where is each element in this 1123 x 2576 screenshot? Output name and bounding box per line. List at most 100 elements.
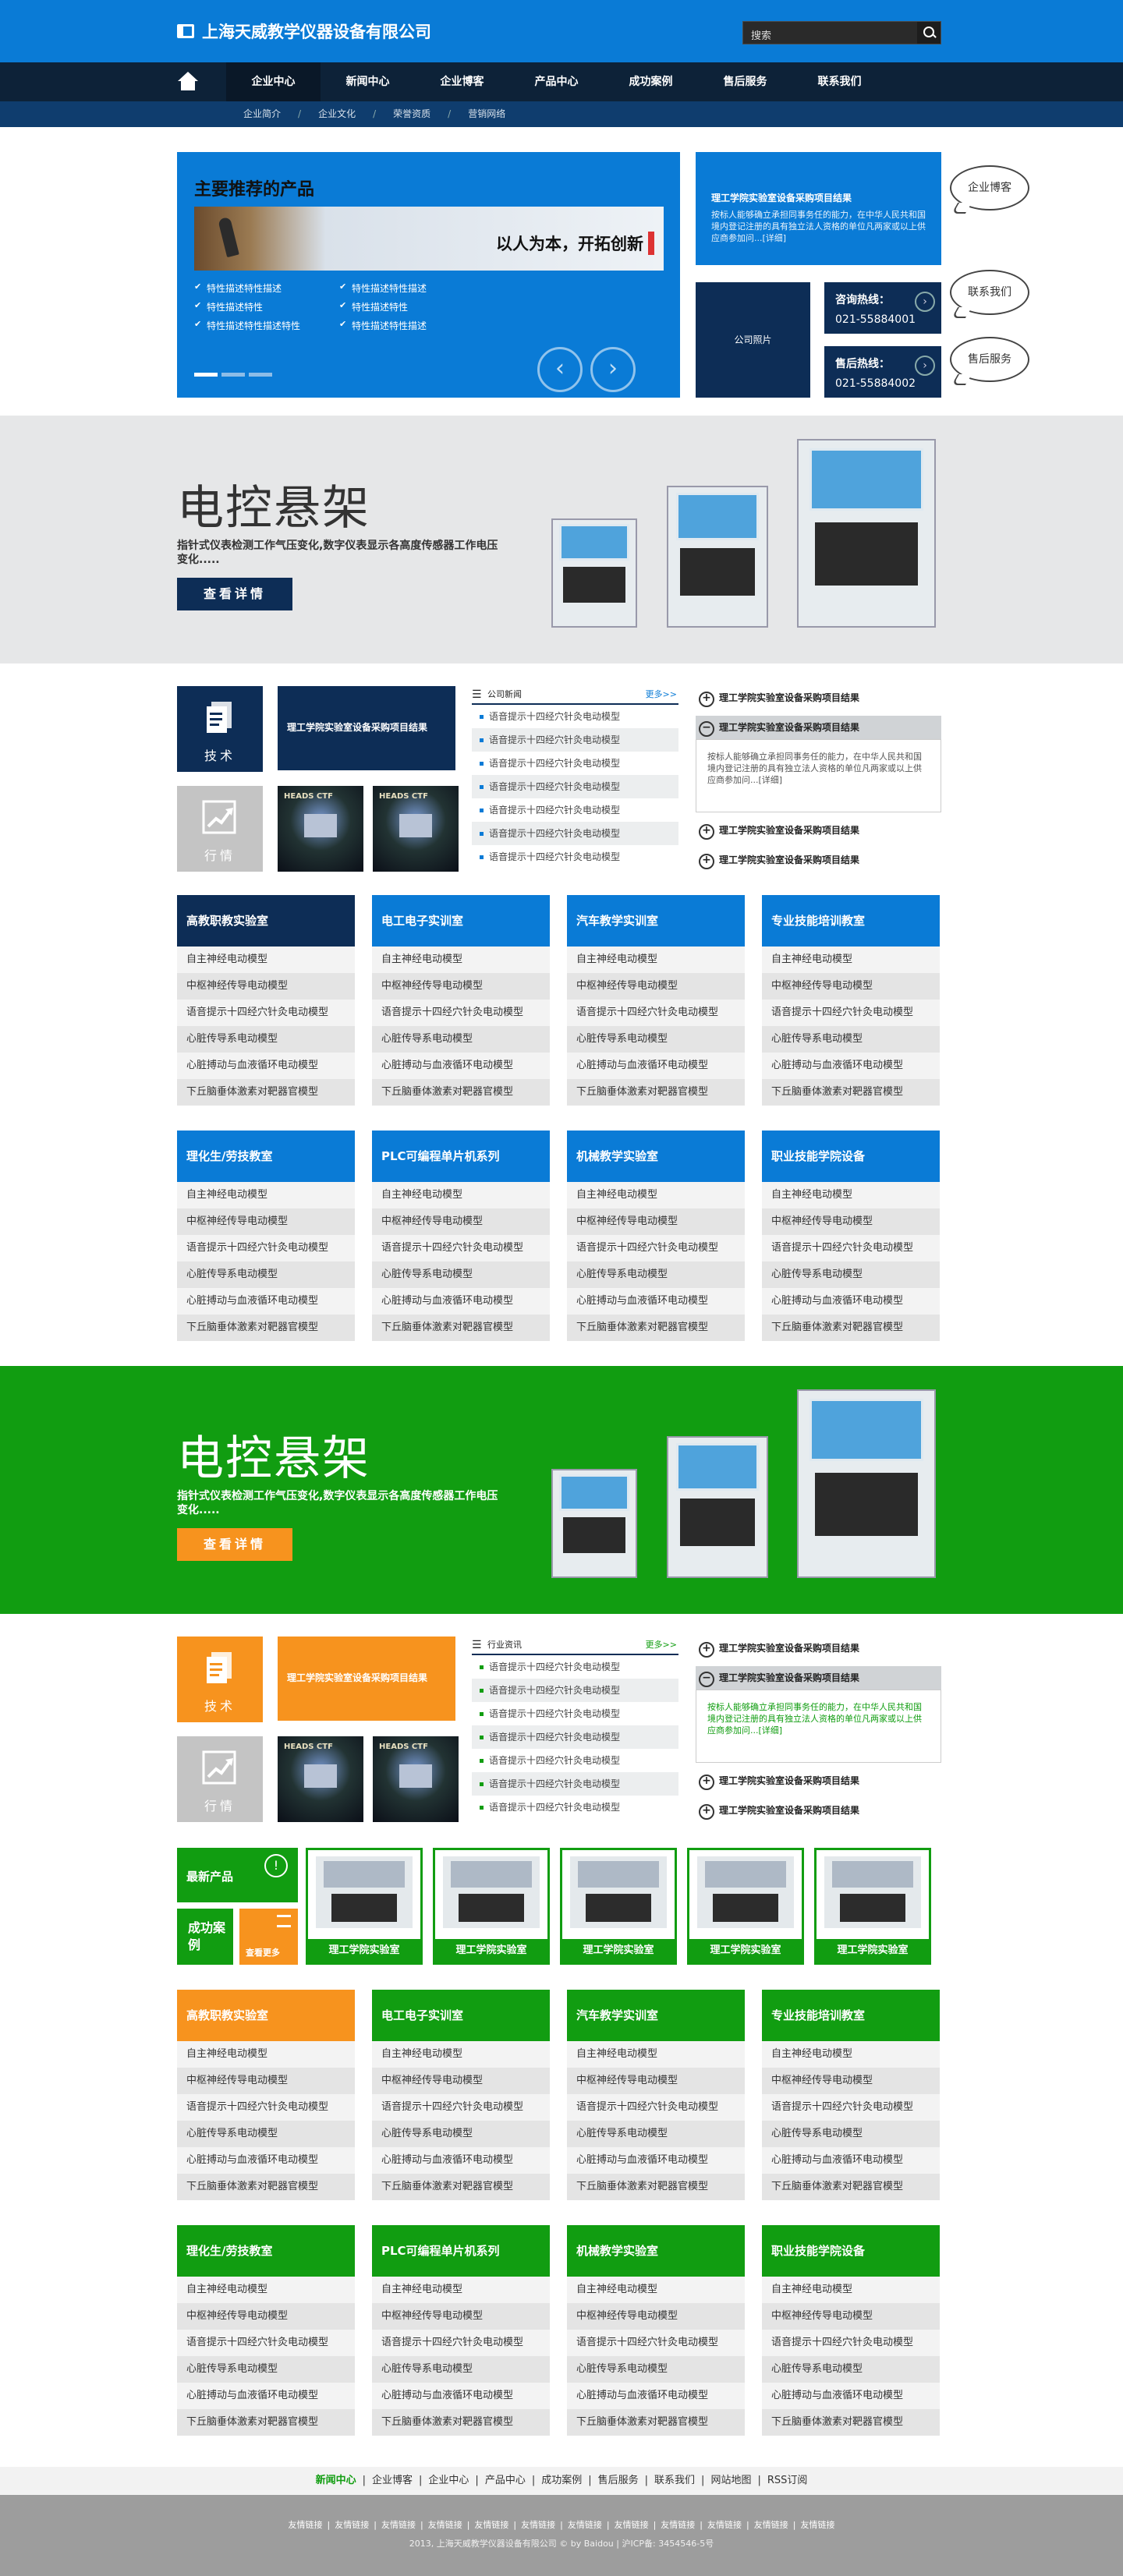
category-item[interactable]: 下丘脑垂体激素对靶器官模型	[177, 2174, 355, 2200]
news-item[interactable]: 语音提示十四经穴针灸电动模型	[472, 1749, 678, 1772]
footer-nav-item[interactable]: RSS订阅	[761, 2475, 814, 2486]
thumbnail-image[interactable]: HEADS CTF	[278, 786, 363, 872]
category-item[interactable]: 下丘脑垂体激素对靶器官模型	[762, 1315, 940, 1341]
friend-link[interactable]: 友情链接	[377, 2520, 420, 2530]
product-card[interactable]: 理工学院实验室	[687, 1848, 804, 1965]
arrow-right-icon[interactable]: ›	[915, 356, 935, 376]
category-item[interactable]: 中枢神经传导电动模型	[762, 2068, 940, 2094]
home-icon[interactable]	[177, 72, 199, 92]
category-item[interactable]: 心脏搏动与血液循环电动模型	[177, 1053, 355, 1079]
category-item[interactable]: 下丘脑垂体激素对靶器官模型	[567, 1079, 745, 1106]
category-item[interactable]: 心脏搏动与血液循环电动模型	[567, 2383, 745, 2409]
footer-nav-item[interactable]: 网站地图	[704, 2475, 757, 2486]
accordion-item[interactable]: 理工学院实验室设备采购项目结果	[696, 1666, 941, 1690]
footer-nav-item[interactable]: 企业中心	[422, 2475, 475, 2486]
bubble-contact[interactable]: 联系我们	[950, 270, 1029, 315]
bubble-blog[interactable]: 企业博客	[950, 165, 1029, 211]
friend-link[interactable]: 友情链接	[284, 2520, 328, 2530]
category-title[interactable]: 理化生/劳技教室	[177, 1131, 355, 1182]
thumbnail-image[interactable]: HEADS CTF	[373, 1736, 459, 1822]
category-item[interactable]: 自主神经电动模型	[177, 2041, 355, 2068]
news-item[interactable]: 语音提示十四经穴针灸电动模型	[472, 1796, 678, 1819]
news-item[interactable]: 语音提示十四经穴针灸电动模型	[472, 775, 678, 798]
accordion-item[interactable]: 理工学院实验室设备采购项目结果	[696, 1637, 941, 1660]
category-item[interactable]: 下丘脑垂体激素对靶器官模型	[762, 1079, 940, 1106]
search-input[interactable]: 搜索	[751, 27, 771, 42]
next-arrow-icon[interactable]: ›	[590, 347, 636, 392]
subnav-item[interactable]: 荣誉资质	[376, 101, 448, 127]
category-item[interactable]: 下丘脑垂体激素对靶器官模型	[177, 2409, 355, 2436]
friend-link[interactable]: 友情链接	[703, 2520, 746, 2530]
category-item[interactable]: 心脏传导系电动模型	[567, 2121, 745, 2147]
category-item[interactable]: 中枢神经传导电动模型	[567, 2303, 745, 2330]
category-item[interactable]: 中枢神经传导电动模型	[567, 973, 745, 1000]
product-card[interactable]: 理工学院实验室	[560, 1848, 677, 1965]
category-item[interactable]: 心脏搏动与血液循环电动模型	[177, 1288, 355, 1315]
category-item[interactable]: 语音提示十四经穴针灸电动模型	[372, 2094, 550, 2121]
category-item[interactable]: 心脏传导系电动模型	[372, 2356, 550, 2383]
category-item[interactable]: 语音提示十四经穴针灸电动模型	[567, 2330, 745, 2356]
view-details-button[interactable]: 查看详情	[177, 578, 292, 610]
category-item[interactable]: 语音提示十四经穴针灸电动模型	[177, 1000, 355, 1026]
category-item[interactable]: 下丘脑垂体激素对靶器官模型	[567, 1315, 745, 1341]
category-item[interactable]: 自主神经电动模型	[372, 1182, 550, 1208]
category-item[interactable]: 心脏搏动与血液循环电动模型	[762, 1288, 940, 1315]
category-title[interactable]: 专业技能培训教室	[762, 1990, 940, 2041]
footer-nav-item[interactable]: 新闻中心	[310, 2475, 363, 2486]
news-title[interactable]: 理工学院实验室设备采购项目结果	[711, 191, 927, 204]
category-item[interactable]: 心脏搏动与血液循环电动模型	[567, 2147, 745, 2174]
category-item[interactable]: 下丘脑垂体激素对靶器官模型	[177, 1315, 355, 1341]
view-details-button[interactable]: 查看详情	[177, 1528, 292, 1561]
nav-item[interactable]: 新闻中心	[321, 62, 415, 101]
nav-item[interactable]: 产品中心	[509, 62, 604, 101]
category-item[interactable]: 下丘脑垂体激素对靶器官模型	[567, 2174, 745, 2200]
category-item[interactable]: 心脏传导系电动模型	[567, 1026, 745, 1053]
category-item[interactable]: 中枢神经传导电动模型	[372, 2303, 550, 2330]
category-item[interactable]: 心脏搏动与血液循环电动模型	[567, 1288, 745, 1315]
category-item[interactable]: 心脏传导系电动模型	[567, 1261, 745, 1288]
category-title[interactable]: 高教职教实验室	[177, 895, 355, 947]
market-tile[interactable]: 行情	[177, 1736, 263, 1822]
friend-link[interactable]: 友情链接	[795, 2520, 839, 2530]
category-item[interactable]: 中枢神经传导电动模型	[177, 2303, 355, 2330]
market-tile[interactable]: 行情	[177, 786, 263, 872]
footer-nav-item[interactable]: 联系我们	[648, 2475, 701, 2486]
category-item[interactable]: 下丘脑垂体激素对靶器官模型	[372, 1315, 550, 1341]
news-item[interactable]: 语音提示十四经穴针灸电动模型	[472, 822, 678, 845]
category-item[interactable]: 自主神经电动模型	[567, 2277, 745, 2303]
category-item[interactable]: 心脏搏动与血液循环电动模型	[372, 2383, 550, 2409]
category-item[interactable]: 自主神经电动模型	[177, 2277, 355, 2303]
category-item[interactable]: 中枢神经传导电动模型	[567, 2068, 745, 2094]
news-item[interactable]: 语音提示十四经穴针灸电动模型	[472, 1725, 678, 1749]
accordion-item[interactable]: 理工学院实验室设备采购项目结果	[696, 1769, 941, 1792]
thumbnail-image[interactable]: HEADS CTF	[278, 1736, 363, 1822]
category-item[interactable]: 心脏传导系电动模型	[762, 2121, 940, 2147]
accordion-item[interactable]: 理工学院实验室设备采购项目结果	[696, 716, 941, 739]
category-item[interactable]: 下丘脑垂体激素对靶器官模型	[177, 1079, 355, 1106]
category-item[interactable]: 心脏搏动与血液循环电动模型	[177, 2383, 355, 2409]
slider-dot[interactable]	[221, 373, 245, 377]
search-box[interactable]: 搜索	[742, 21, 941, 44]
friend-link[interactable]: 友情链接	[469, 2520, 513, 2530]
category-title[interactable]: PLC可编程单片机系列	[372, 1131, 550, 1182]
category-item[interactable]: 自主神经电动模型	[177, 947, 355, 973]
nav-item[interactable]: 企业博客	[415, 62, 509, 101]
category-item[interactable]: 下丘脑垂体激素对靶器官模型	[762, 2174, 940, 2200]
category-item[interactable]: 心脏搏动与血液循环电动模型	[567, 1053, 745, 1079]
friend-link[interactable]: 友情链接	[330, 2520, 374, 2530]
category-item[interactable]: 自主神经电动模型	[372, 2041, 550, 2068]
accordion-item[interactable]: 理工学院实验室设备采购项目结果	[696, 686, 941, 709]
more-link[interactable]: 更多>>	[646, 686, 677, 703]
logo[interactable]: 上海天威教学仪器设备有限公司	[177, 20, 431, 42]
category-item[interactable]: 语音提示十四经穴针灸电动模型	[762, 2094, 940, 2121]
category-item[interactable]: 下丘脑垂体激素对靶器官模型	[567, 2409, 745, 2436]
product-card[interactable]: 理工学院实验室	[814, 1848, 931, 1965]
more-link[interactable]: 更多>>	[646, 1637, 677, 1654]
category-item[interactable]: 语音提示十四经穴针灸电动模型	[762, 1000, 940, 1026]
category-title[interactable]: PLC可编程单片机系列	[372, 2225, 550, 2277]
category-item[interactable]: 中枢神经传导电动模型	[762, 1208, 940, 1235]
category-title[interactable]: 机械教学实验室	[567, 2225, 745, 2277]
feature-news[interactable]: 理工学院实验室设备采购项目结果	[278, 1637, 455, 1721]
category-item[interactable]: 自主神经电动模型	[567, 2041, 745, 2068]
footer-nav-item[interactable]: 成功案例	[535, 2475, 588, 2486]
